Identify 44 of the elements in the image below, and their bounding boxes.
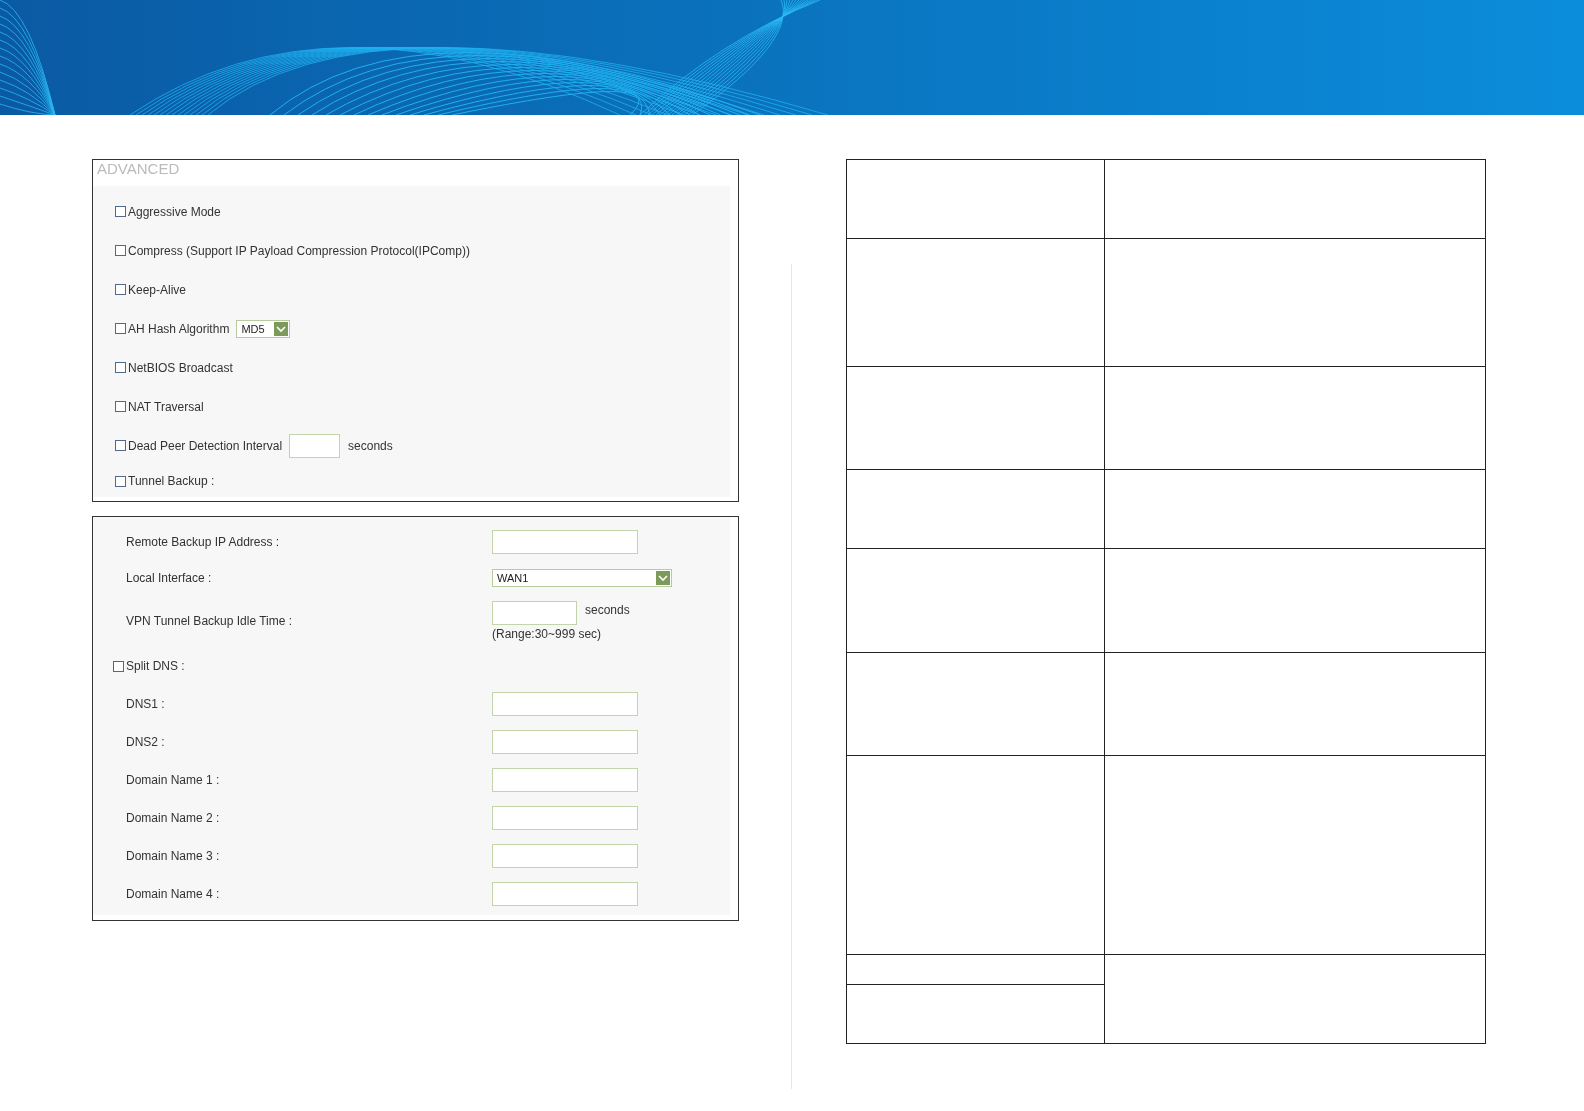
option-label: Aggressive Mode: [128, 204, 221, 219]
option-label: NetBIOS Broadcast: [128, 360, 233, 375]
option-label: Tunnel Backup :: [128, 474, 215, 488]
option-label: Compress (Support IP Payload Compression Protocol(IPComp)): [128, 243, 470, 258]
input-field[interactable]: [492, 530, 638, 554]
input-field[interactable]: [492, 601, 577, 625]
option-label: Dead Peer Detection Interval: [128, 438, 283, 453]
checkbox[interactable]: [113, 660, 124, 672]
caret-icon: [274, 321, 289, 336]
field-label: Domain Name 2 :: [125, 811, 221, 825]
field-label: Remote Backup IP Address :: [125, 535, 281, 549]
checkbox[interactable]: [115, 362, 126, 373]
checkbox[interactable]: [115, 206, 126, 217]
unit-label: seconds: [585, 603, 630, 617]
input-field[interactable]: [492, 806, 638, 830]
checkbox[interactable]: [115, 440, 126, 451]
option-label: AH Hash Algorithm: [128, 321, 230, 336]
field-label: DNS2 :: [125, 735, 166, 749]
input-field[interactable]: [492, 730, 638, 754]
dropdown[interactable]: WAN1: [492, 569, 672, 587]
option-label: Keep-Alive: [128, 282, 187, 297]
caret-icon: [656, 571, 670, 585]
input-field[interactable]: [289, 433, 341, 458]
option-label: Split DNS :: [126, 659, 185, 673]
option-label: NAT Traversal: [128, 399, 204, 414]
field-label: VPN Tunnel Backup Idle Time :: [125, 614, 294, 628]
checkbox[interactable]: [115, 245, 126, 256]
unit-label: seconds: [348, 438, 393, 453]
field-label: Domain Name 3 :: [125, 849, 221, 863]
dropdown[interactable]: MD5: [236, 319, 291, 338]
panel-title: ADVANCED: [96, 160, 181, 179]
range-hint: (Range:30~999 sec): [492, 627, 603, 641]
input-field[interactable]: [492, 768, 638, 792]
input-field[interactable]: [492, 882, 638, 906]
checkbox[interactable]: [115, 284, 126, 295]
checkbox[interactable]: [115, 475, 126, 487]
field-label: Domain Name 1 :: [125, 773, 221, 787]
field-label: Local Interface :: [125, 571, 213, 585]
checkbox[interactable]: [115, 401, 126, 412]
input-field[interactable]: [492, 844, 638, 868]
checkbox[interactable]: [115, 323, 126, 334]
field-label: Domain Name 4 :: [125, 887, 221, 901]
input-field[interactable]: [492, 692, 638, 716]
field-label: DNS1 :: [125, 697, 166, 711]
